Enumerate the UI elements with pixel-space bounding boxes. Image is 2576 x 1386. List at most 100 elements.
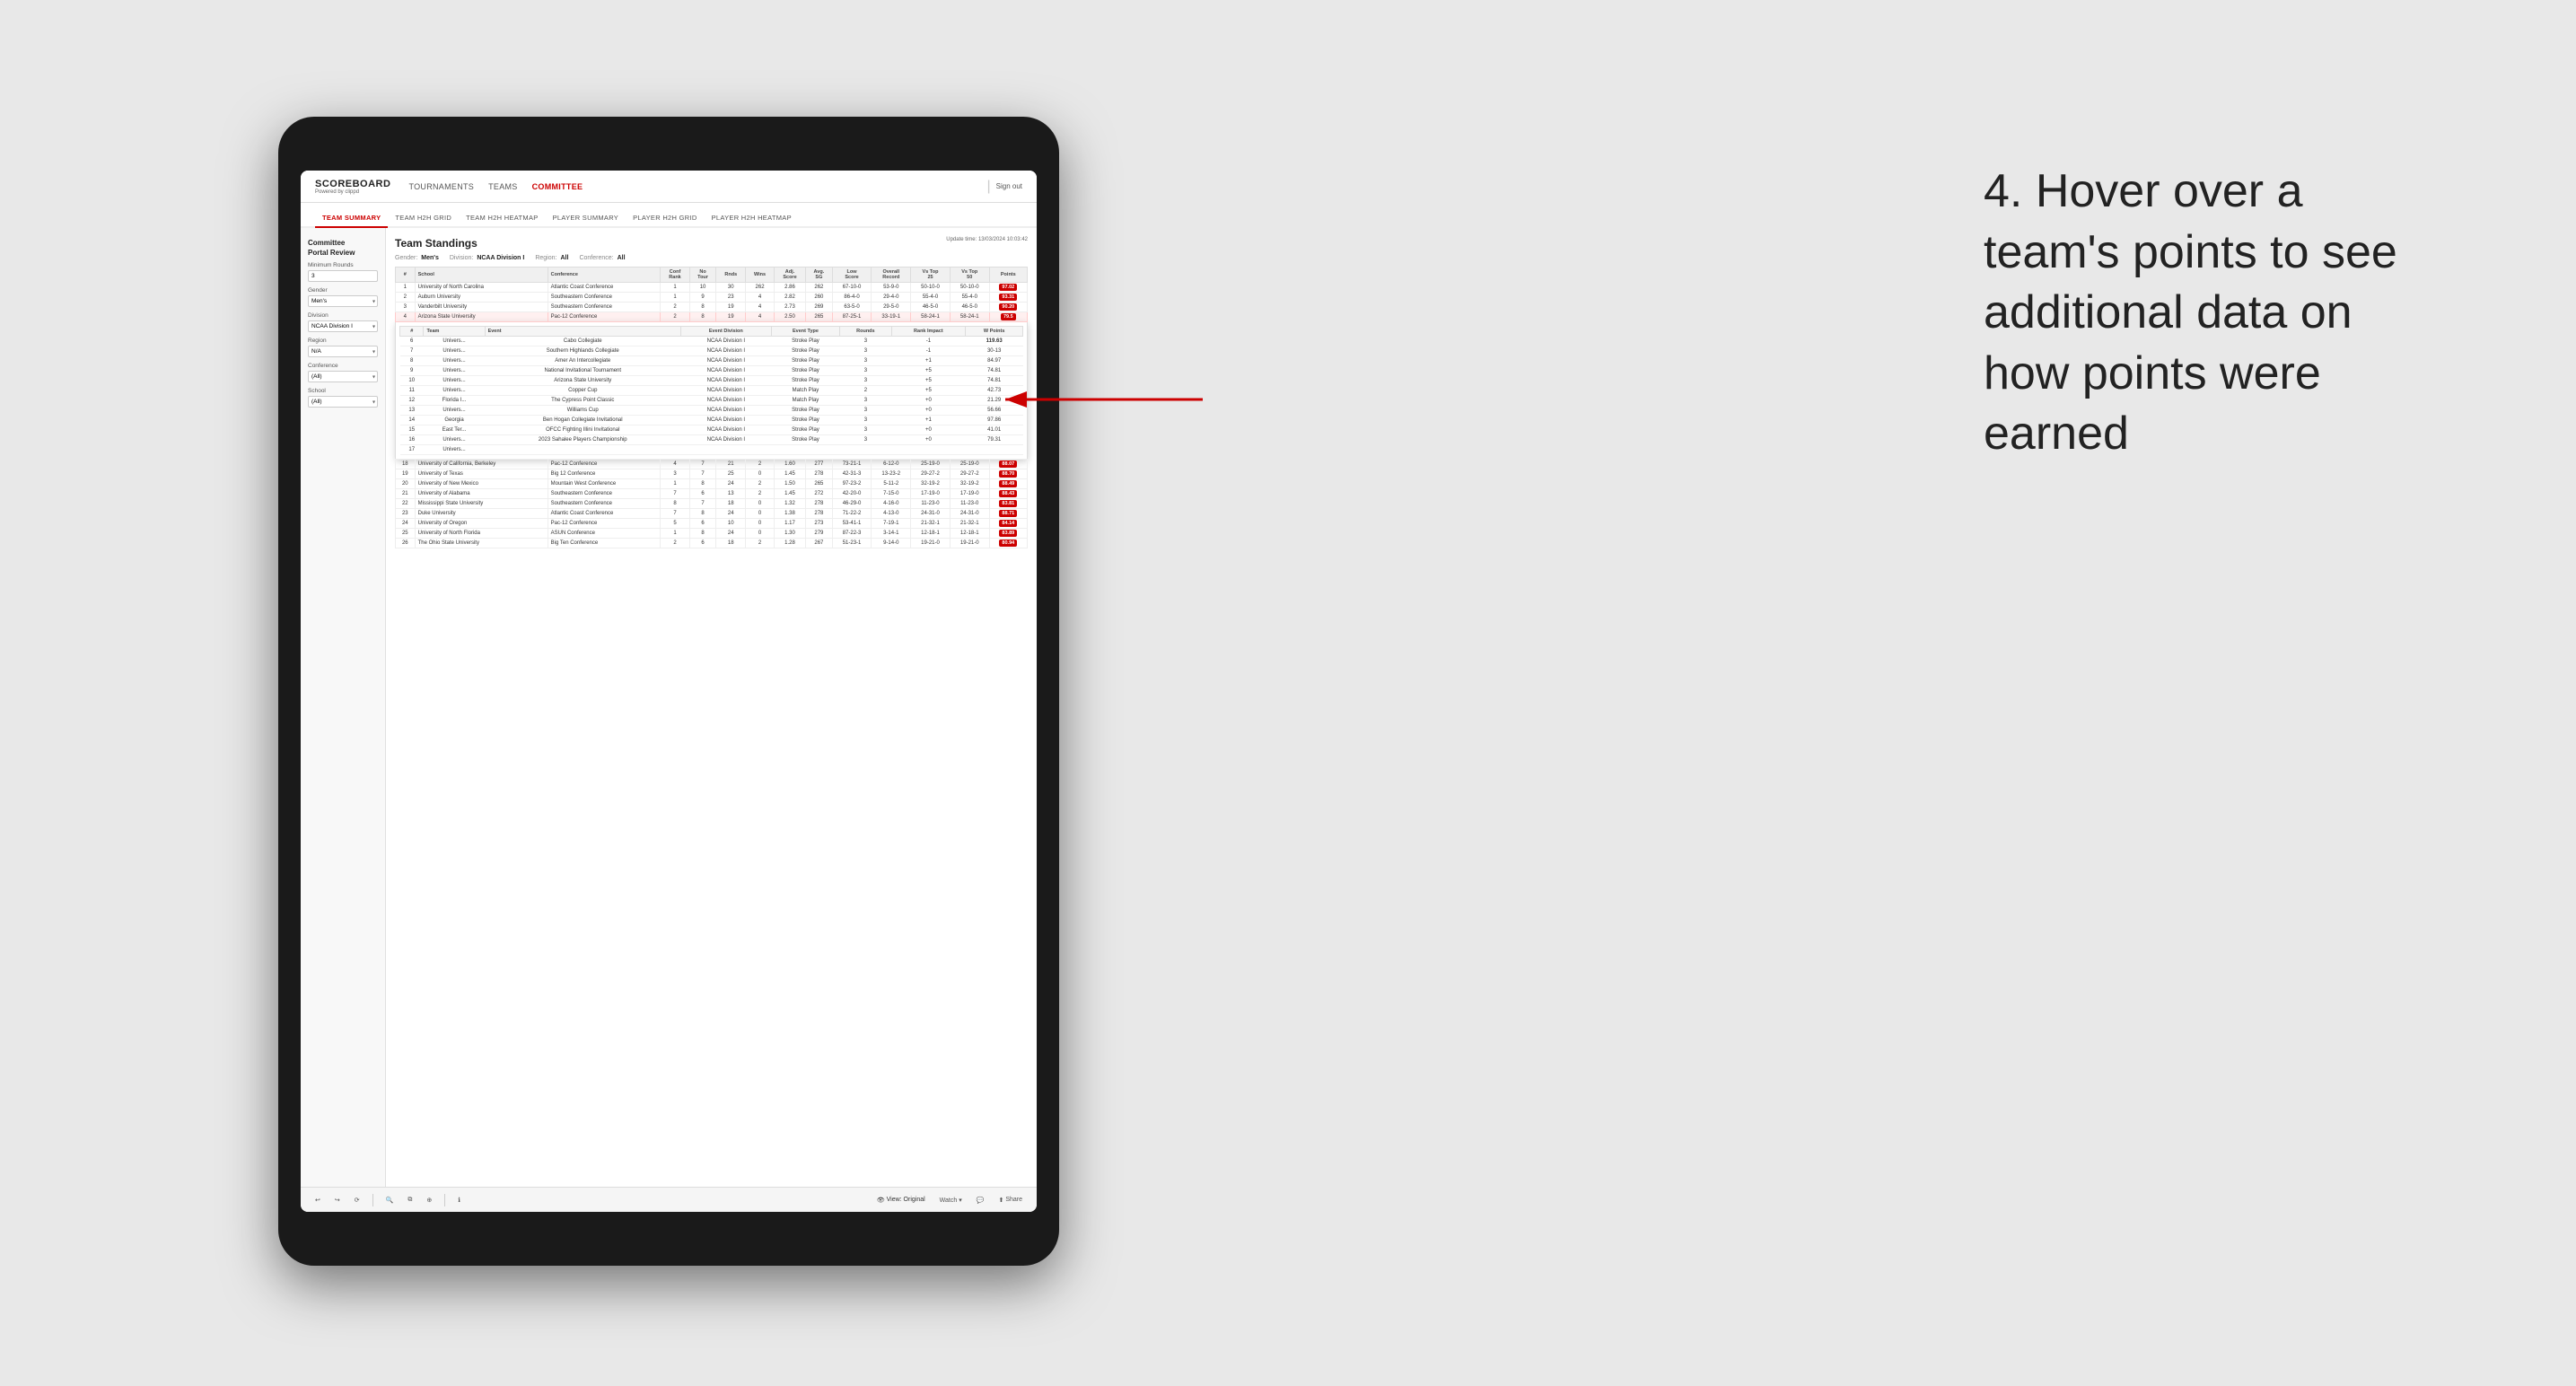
col-conference: Conference	[548, 268, 661, 283]
tab-player-h2h-grid[interactable]: PLAYER H2H GRID	[626, 214, 704, 226]
redo-button[interactable]: ↪	[331, 1195, 344, 1206]
gender-select[interactable]: Men's	[308, 295, 378, 307]
table-row[interactable]: 23 Duke University Atlantic Coast Confer…	[396, 509, 1028, 519]
school-label: School	[308, 388, 378, 394]
table-row[interactable]: 24 University of Oregon Pac-12 Conferenc…	[396, 519, 1028, 529]
annotation-area: 4. Hover over a team's points to see add…	[1984, 162, 2450, 465]
division-select-wrap: NCAA Division I	[308, 320, 378, 332]
bottom-toolbar: ↩ ↪ ⟳ 🔍 ⧉ ⊕ ℹ 👁 View: Original Watch ▾ 💬…	[301, 1187, 1037, 1212]
standings-table: # School Conference ConfRank NoTour Rnds…	[395, 267, 1028, 548]
col-avg-sg: Avg.SG	[806, 268, 833, 283]
tooltip-col-w-points: W Points	[966, 327, 1023, 337]
tooltip-row: 15East Ter...OFCC Fighting Illini Invita…	[400, 425, 1023, 435]
portal-title: Committee	[308, 239, 378, 247]
table-row[interactable]: 19 University of Texas Big 12 Conference…	[396, 469, 1028, 479]
division-filter: Division: NCAA Division I	[450, 255, 524, 261]
school-select[interactable]: (All)	[308, 396, 378, 408]
region-label: Region	[308, 338, 378, 344]
tab-team-h2h-grid[interactable]: TEAM H2H GRID	[388, 214, 459, 226]
download-button[interactable]: ⊕	[423, 1195, 435, 1206]
watch-button[interactable]: Watch ▾	[936, 1195, 966, 1206]
panel-title: Team Standings	[395, 237, 478, 250]
tooltip-row: 11Univers...Copper CupNCAA Division IMat…	[400, 386, 1023, 396]
panel-header: Team Standings Update time: 13/03/2024 1…	[395, 237, 1028, 250]
tablet-frame: SCOREBOARD Powered by clippd TOURNAMENTS…	[278, 117, 1059, 1266]
tooltip-row: 13Univers...Williams CupNCAA Division IS…	[400, 406, 1023, 416]
update-time-area: Update time: 13/03/2024 10:03:42	[946, 237, 1028, 242]
col-vs-top50: Vs Top50	[950, 268, 989, 283]
nav-tournaments[interactable]: TOURNAMENTS	[408, 179, 474, 195]
col-school: School	[415, 268, 548, 283]
tooltip-row: 12Florida I...The Cypress Point ClassicN…	[400, 396, 1023, 406]
col-conf-rank: ConfRank	[661, 268, 689, 283]
nav-links: TOURNAMENTS TEAMS COMMITTEE	[408, 179, 986, 195]
reset-button[interactable]: ⟳	[351, 1195, 364, 1206]
panel: Team Standings Update time: 13/03/2024 1…	[386, 228, 1037, 1187]
logo-sub: Powered by clippd	[315, 189, 390, 195]
conference-select-wrap: (All)	[308, 371, 378, 382]
tooltip-col-rank-impact: Rank Impact	[891, 327, 966, 337]
col-no-tour: NoTour	[689, 268, 716, 283]
logo-text: SCOREBOARD	[315, 179, 390, 189]
sub-nav: TEAM SUMMARY TEAM H2H GRID TEAM H2H HEAT…	[301, 203, 1037, 228]
update-time-label: Update time: 13/03/2024 10:03:42	[946, 237, 1028, 242]
toolbar-right: 👁 View: Original Watch ▾ 💬 ⬆ Share	[873, 1195, 1026, 1206]
separator-2	[444, 1194, 445, 1206]
col-rnds: Rnds	[716, 268, 746, 283]
tooltip-table: # Team Event Event Division Event Type R…	[399, 326, 1023, 455]
tooltip-col-rank: #	[400, 327, 424, 337]
tooltip-row: 9Univers...National Invitational Tournam…	[400, 366, 1023, 376]
conference-filter: Conference: All	[579, 255, 625, 261]
table-row[interactable]: 21 University of Alabama Southeastern Co…	[396, 489, 1028, 499]
tooltip-col-rounds: Rounds	[840, 327, 891, 337]
region-filter: Region: All	[535, 255, 568, 261]
gender-select-wrap: Men's	[308, 295, 378, 307]
undo-button[interactable]: ↩	[311, 1195, 324, 1206]
zoom-out-button[interactable]: 🔍	[382, 1195, 398, 1206]
table-row[interactable]: 20 University of New Mexico Mountain Wes…	[396, 479, 1028, 489]
comment-button[interactable]: 💬	[973, 1195, 988, 1206]
tab-player-summary[interactable]: PLAYER SUMMARY	[546, 214, 626, 226]
tablet-screen: SCOREBOARD Powered by clippd TOURNAMENTS…	[301, 171, 1037, 1212]
gender-label: Gender	[308, 287, 378, 294]
table-row[interactable]: 22 Mississippi State University Southeas…	[396, 499, 1028, 509]
table-row[interactable]: 18 University of California, Berkeley Pa…	[396, 460, 1028, 469]
tooltip-row: 6Univers...Cabo CollegiateNCAA Division …	[400, 337, 1023, 346]
conference-select[interactable]: (All)	[308, 371, 378, 382]
region-select-wrap: N/A	[308, 346, 378, 357]
portal-subtitle: Portal Review	[308, 249, 378, 257]
nav-committee[interactable]: COMMITTEE	[532, 179, 583, 195]
tooltip-row: 16Univers...2023 Sahalee Players Champio…	[400, 435, 1023, 445]
nav-bar: SCOREBOARD Powered by clippd TOURNAMENTS…	[301, 171, 1037, 203]
view-original-button[interactable]: 👁 View: Original	[873, 1195, 929, 1206]
table-row[interactable]: 25 University of North Florida ASUN Conf…	[396, 529, 1028, 539]
info-button[interactable]: ℹ	[454, 1195, 464, 1206]
tooltip-col-event-div: Event Division	[680, 327, 771, 337]
table-row[interactable]: 2 Auburn University Southeastern Confere…	[396, 293, 1028, 303]
division-select[interactable]: NCAA Division I	[308, 320, 378, 332]
table-row[interactable]: 1 University of North Carolina Atlantic …	[396, 283, 1028, 293]
tooltip-row: 17Univers...	[400, 445, 1023, 455]
table-row[interactable]: 26 The Ohio State University Big Ten Con…	[396, 539, 1028, 548]
conference-label: Conference	[308, 363, 378, 369]
tooltip-row: 8Univers...Amer An IntercollegiateNCAA D…	[400, 356, 1023, 366]
tooltip-row: 10Univers...Arizona State UniversityNCAA…	[400, 376, 1023, 386]
col-overall: OverallRecord	[872, 268, 911, 283]
min-rounds-input[interactable]	[308, 270, 378, 282]
annotation-text: 4. Hover over a team's points to see add…	[1984, 162, 2450, 465]
tab-team-summary[interactable]: TEAM SUMMARY	[315, 214, 388, 228]
nav-teams[interactable]: TEAMS	[488, 179, 518, 195]
table-row[interactable]: 3 Vanderbilt University Southeastern Con…	[396, 303, 1028, 312]
copy-button[interactable]: ⧉	[404, 1195, 416, 1206]
sign-out-area: | Sign out	[986, 179, 1022, 195]
tooltip-row: 7Univers...Southern Highlands Collegiate…	[400, 346, 1023, 356]
main-content: Committee Portal Review Minimum Rounds G…	[301, 228, 1037, 1187]
share-button[interactable]: ⬆ Share	[994, 1195, 1026, 1206]
table-row-highlighted[interactable]: 4 Arizona State University Pac-12 Confer…	[396, 312, 1028, 322]
tab-team-h2h-heatmap[interactable]: TEAM H2H HEATMAP	[459, 214, 546, 226]
region-select[interactable]: N/A	[308, 346, 378, 357]
table-header-row: # School Conference ConfRank NoTour Rnds…	[396, 268, 1028, 283]
tooltip-col-event: Event	[485, 327, 680, 337]
sign-out-link[interactable]: Sign out	[996, 182, 1022, 190]
tab-player-h2h-heatmap[interactable]: PLAYER H2H HEATMAP	[705, 214, 799, 226]
